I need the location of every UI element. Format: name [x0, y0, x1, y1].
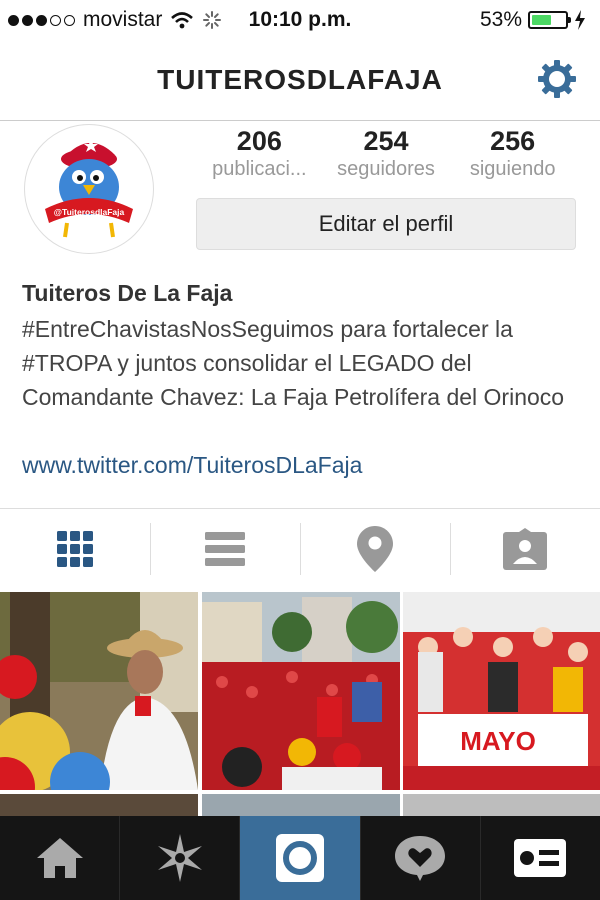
photo-tile[interactable]	[202, 592, 400, 790]
nav-camera[interactable]	[240, 816, 361, 900]
gear-icon[interactable]	[536, 58, 578, 100]
nav-profile[interactable]	[481, 816, 600, 900]
home-icon	[36, 838, 83, 878]
map-pin-icon	[357, 526, 393, 572]
profile-bio: #EntreChavistasNosSeguimos para fortalec…	[22, 316, 565, 410]
stat-value: 254	[363, 126, 409, 156]
battery-icon	[528, 11, 571, 29]
bird-mascot-image: @TuiterosdlaFaja	[45, 139, 133, 238]
stat-following[interactable]: 256 siguiendo	[449, 126, 576, 181]
stat-value: 206	[236, 126, 282, 156]
profile-name: Tuiteros De La Faja	[22, 280, 233, 306]
explore-icon	[157, 834, 202, 882]
nav-activity[interactable]	[361, 816, 481, 900]
photo-tile[interactable]	[0, 592, 198, 790]
profile-website-link[interactable]: www.twitter.com/TuiterosDLaFaja	[22, 452, 362, 479]
photo-crowd-image	[202, 592, 400, 790]
avatar[interactable]: @TuiterosdlaFaja	[24, 124, 154, 254]
profile-icon	[514, 839, 567, 877]
stat-followers[interactable]: 254 seguidores	[323, 126, 450, 181]
photo-may-day-image: MAYO	[403, 592, 600, 790]
photo-speaker-image	[0, 592, 198, 790]
stat-value: 256	[490, 126, 536, 156]
avatar-handle-text: @TuiterosdlaFaja	[54, 207, 125, 217]
activity-icon	[395, 836, 446, 881]
stat-label: seguidores	[337, 158, 435, 180]
page-title: TUITEROSDLAFAJA	[157, 64, 443, 95]
bottom-nav	[0, 816, 600, 900]
tab-map-view[interactable]	[300, 509, 450, 589]
list-view-icon	[205, 532, 245, 566]
photo-tile[interactable]	[0, 794, 198, 816]
nav-home[interactable]	[0, 816, 121, 900]
photo-tile[interactable]	[403, 794, 600, 816]
profile-stats: 206 publicaci... 254 seguidores 256 sigu…	[196, 126, 576, 181]
edit-profile-button[interactable]: Editar el perfil	[196, 198, 576, 250]
nav-explore[interactable]	[120, 816, 241, 900]
app-header: TUITEROSDLAFAJA	[0, 40, 600, 121]
tagged-photos-icon	[503, 528, 547, 570]
stat-posts[interactable]: 206 publicaci...	[196, 126, 323, 181]
stat-label: siguiendo	[469, 158, 556, 180]
charging-bolt-icon	[575, 10, 585, 30]
status-bar: movistar 10:10 p.m. 53%	[0, 0, 600, 40]
photo-grid: MAYO	[0, 592, 600, 816]
grid-view-icon	[57, 531, 93, 567]
tab-grid-view[interactable]	[0, 509, 150, 589]
view-tabs	[0, 508, 600, 589]
tab-tagged-photos[interactable]	[450, 509, 600, 589]
battery-percent: 53%	[479, 8, 522, 31]
photo-tile[interactable]	[202, 794, 400, 816]
camera-icon	[276, 834, 324, 882]
stat-label: publicaci...	[212, 158, 307, 180]
photo-tile[interactable]: MAYO	[403, 592, 600, 790]
banner-text: MAYO	[460, 726, 536, 756]
tab-list-view[interactable]	[150, 509, 300, 589]
